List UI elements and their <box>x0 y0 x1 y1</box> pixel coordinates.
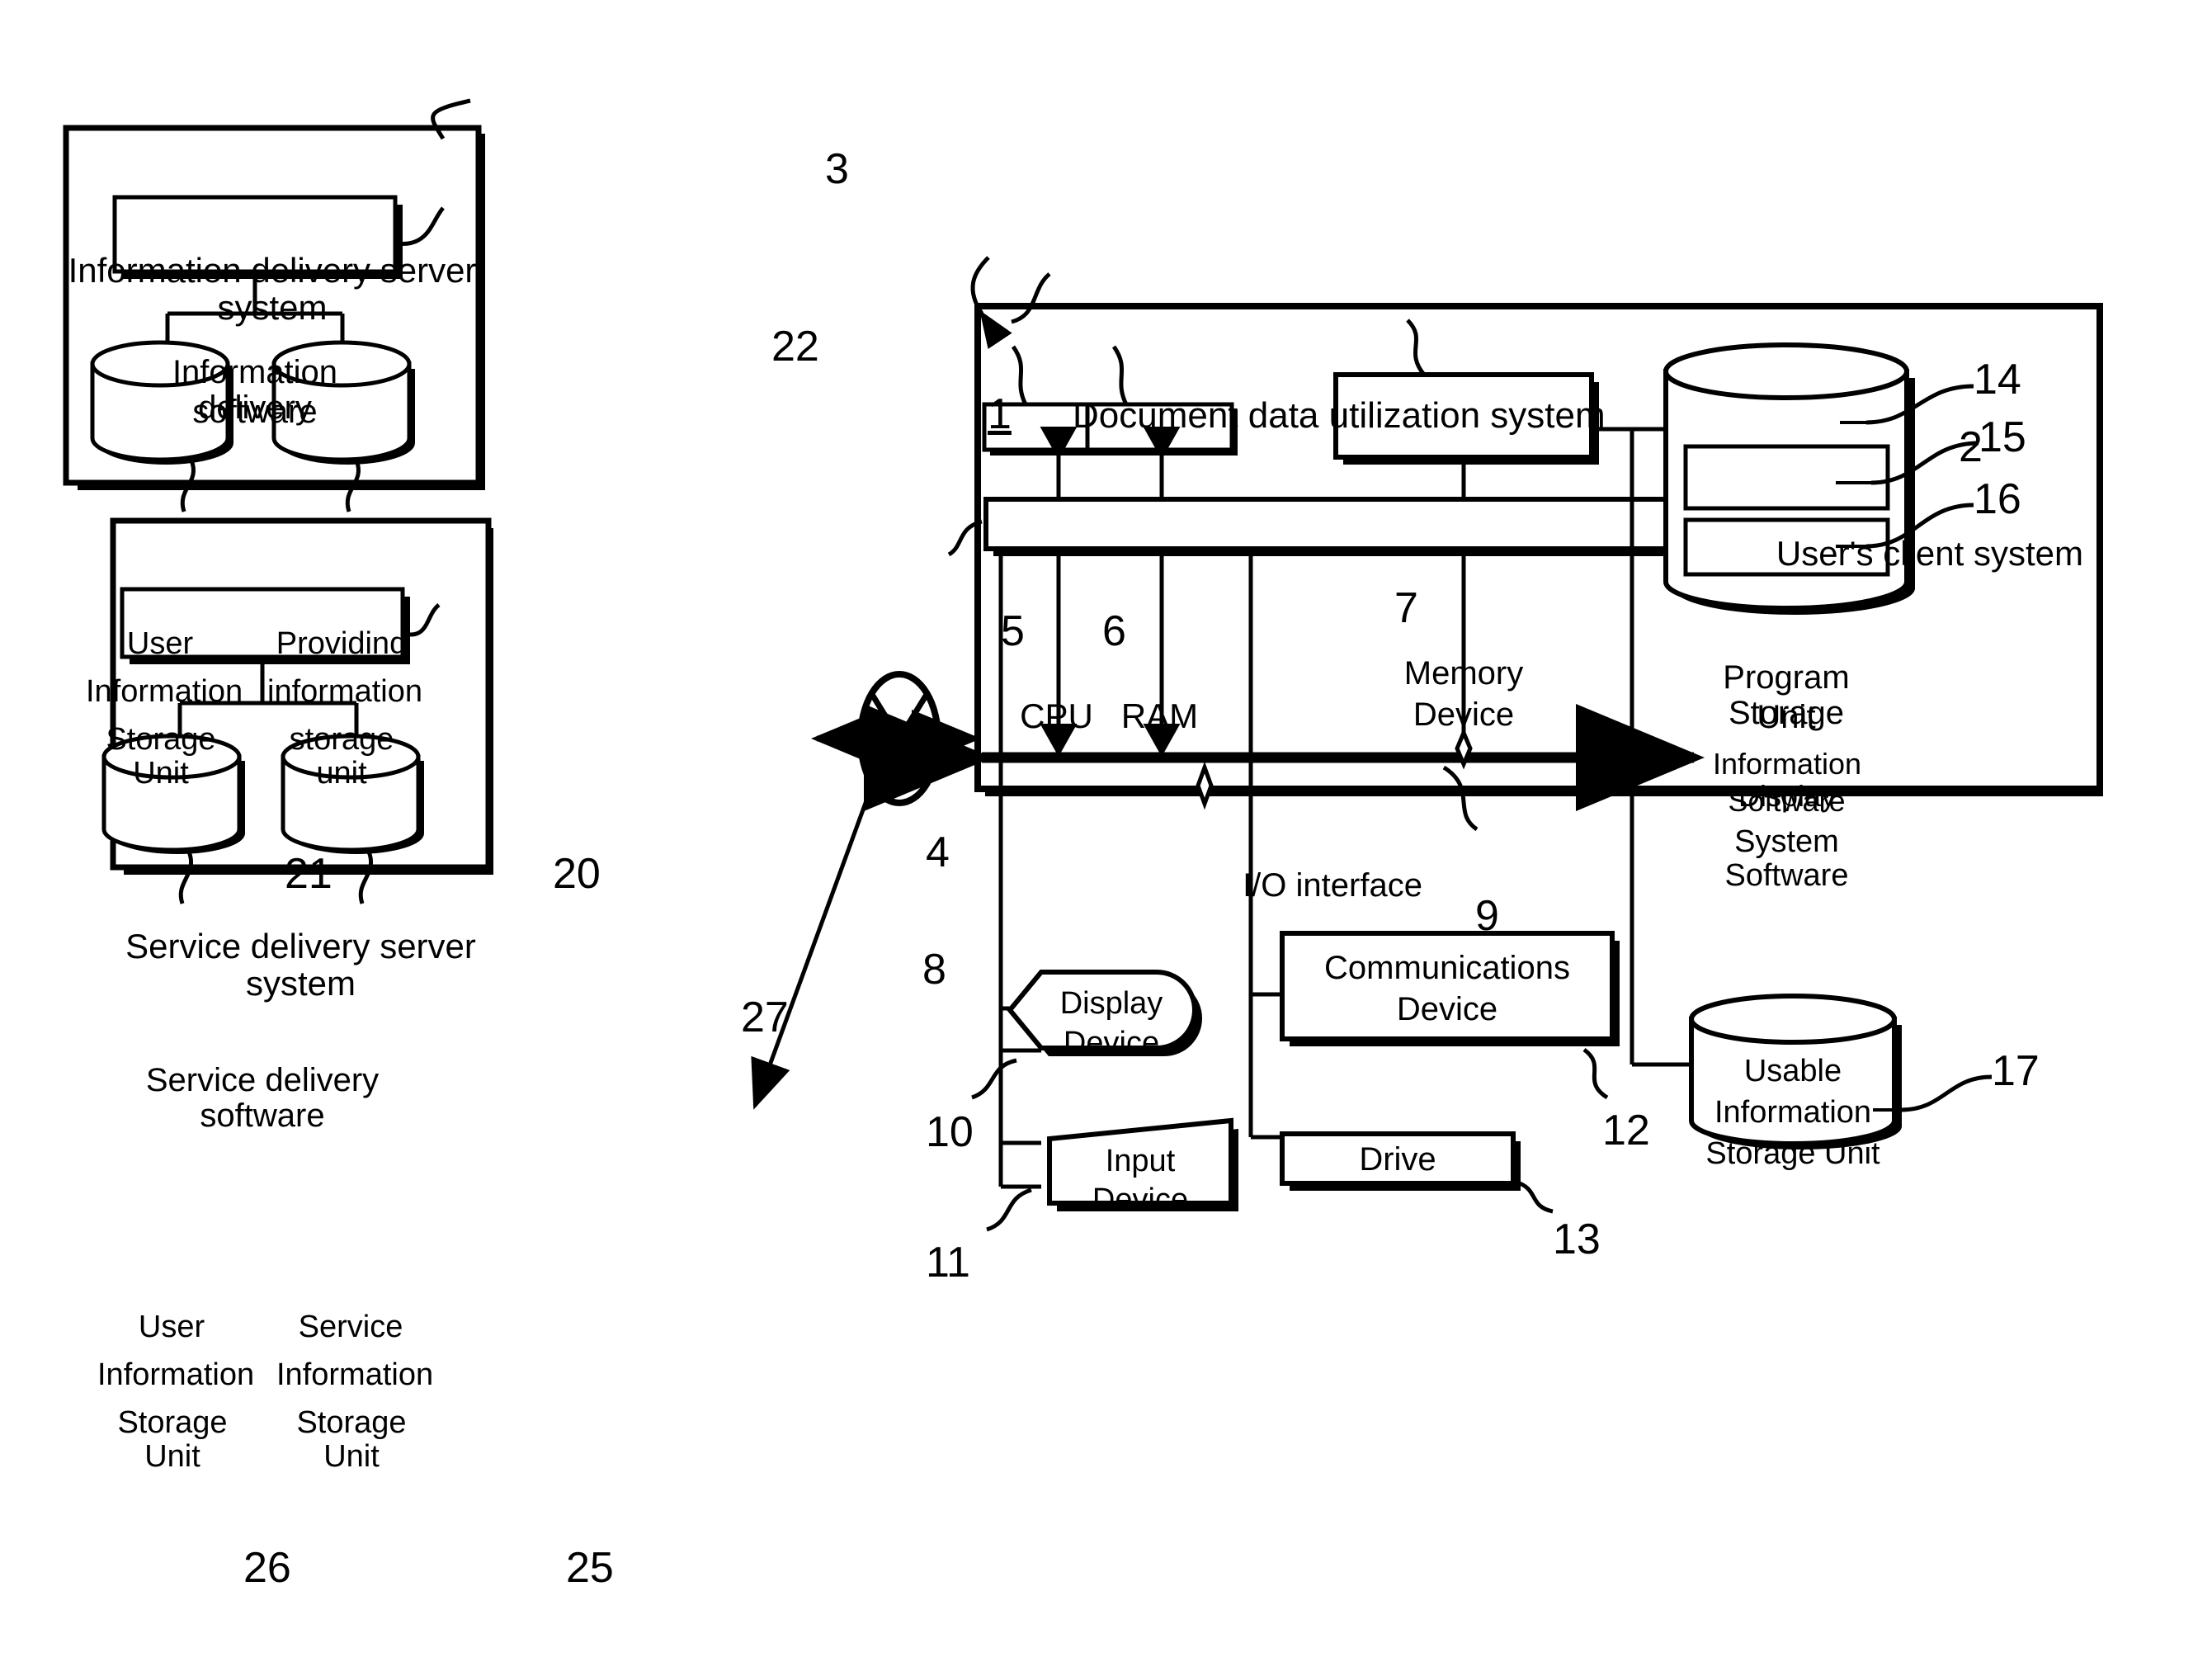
ref-20: 20 <box>553 850 601 898</box>
communications-device-line1: Communications <box>1324 950 1570 986</box>
storage-26-line2: Information <box>97 1357 255 1392</box>
leader-12 <box>1582 1047 1609 1100</box>
storage-20-line3: storage unit <box>289 722 394 791</box>
storage-20-line1: Providing <box>276 626 408 661</box>
leader-10 <box>971 1058 1017 1100</box>
ref-26: 26 <box>243 1544 291 1592</box>
figure-title: Document data utilization system <box>1073 395 1606 436</box>
ref-22: 22 <box>771 323 819 371</box>
ref-15: 15 <box>1979 413 2026 461</box>
ram-label: RAM <box>1120 696 1199 735</box>
usable-storage-line2: Information <box>1714 1095 1872 1130</box>
memory-device-line1: Memory <box>1403 655 1524 692</box>
io-interface-label: I/O interface <box>1243 867 1422 904</box>
display-device-line2: Device <box>1063 1026 1160 1060</box>
ref-1: 1 <box>988 390 1012 438</box>
information-display-software-box <box>1683 444 1890 511</box>
usable-storage-line1: Usable <box>1743 1054 1842 1088</box>
ref-4: 4 <box>926 828 950 876</box>
usable-storage-line3: Storage Unit <box>1705 1136 1880 1171</box>
ref-27: 27 <box>741 994 789 1041</box>
storage-25-line1: Service <box>298 1310 403 1344</box>
network-to-service-arrow <box>751 768 880 1110</box>
info-display-software-line2: Software <box>1728 784 1846 818</box>
storage-25-line3: Storage Unit <box>296 1405 407 1475</box>
client-system-title: User's client system <box>1776 534 2083 573</box>
ref-5: 5 <box>1001 607 1025 655</box>
leader-11 <box>986 1187 1032 1232</box>
ref-14: 14 <box>1974 356 2021 404</box>
ref-17: 17 <box>1992 1047 2040 1095</box>
storage-25-line2: Information <box>276 1357 434 1392</box>
ref-13: 13 <box>1553 1216 1601 1263</box>
network-cloud-x-icon <box>811 671 981 806</box>
display-device-line1: Display <box>1059 986 1163 1021</box>
ref-7: 7 <box>1394 584 1418 632</box>
ref-6: 6 <box>1102 607 1126 655</box>
ref-10: 10 <box>926 1108 974 1156</box>
memory-device-line2: Device <box>1413 696 1515 733</box>
storage-21-line1: User <box>126 626 194 661</box>
storage-21-line2: Information <box>86 674 243 709</box>
ref-12: 12 <box>1602 1107 1650 1154</box>
drive-label: Drive <box>1359 1141 1436 1178</box>
communications-device-line2: Device <box>1396 991 1498 1027</box>
ref-16: 16 <box>1974 475 2021 523</box>
patent-figure: Information delivery server system Infor… <box>0 0 2212 1657</box>
input-device-line2: Device <box>1092 1183 1189 1217</box>
ref-8: 8 <box>922 946 946 994</box>
storage-26-line1: User <box>138 1310 205 1344</box>
leader-17 <box>1900 1074 1993 1112</box>
service-delivery-software-label: Service delivery software <box>145 1062 380 1135</box>
info-server-title: Information delivery server system <box>68 251 477 328</box>
storage-21-line3: Storage Unit <box>106 722 216 791</box>
program-storage-line2: Unit <box>1757 699 1816 735</box>
storage-20-line2: information <box>267 674 422 709</box>
storage-26-line3: Storage Unit <box>117 1405 228 1475</box>
ref-9: 9 <box>1475 892 1499 940</box>
ref-21: 21 <box>285 850 333 898</box>
service-server-title: Service delivery server system <box>125 927 476 1003</box>
ref-3: 3 <box>825 145 849 193</box>
ref-11: 11 <box>926 1239 970 1286</box>
input-device-line1: Input <box>1105 1144 1176 1178</box>
system-software-label: System Software <box>1724 824 1849 894</box>
io-interface-box <box>983 497 1686 556</box>
ref-25: 25 <box>566 1544 614 1592</box>
info-delivery-software-line2: software <box>192 394 318 430</box>
